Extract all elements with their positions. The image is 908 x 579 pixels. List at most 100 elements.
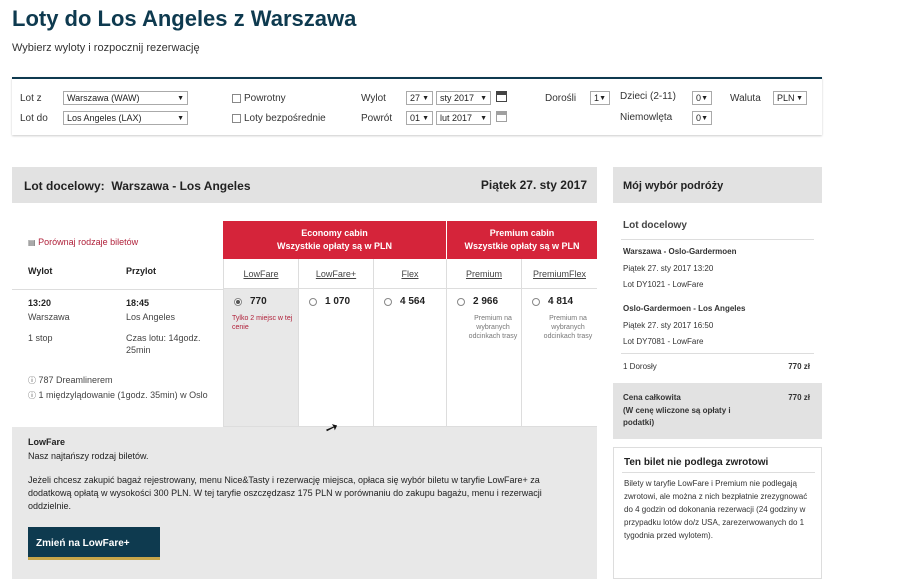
cabin-note: Wszystkie opłaty są w PLN [464,241,580,251]
depart-day-select[interactable]: 27 ▼ [406,91,433,105]
stopover: 1 międzylądowanie (1godz. 35min) w Oslo [38,390,208,400]
total-price: 770 zł [788,393,810,402]
calendar-icon[interactable] [496,91,507,102]
depart-month-select[interactable]: sty 2017 ▼ [436,91,491,105]
direct-label: Loty bezpośrednie [244,113,326,124]
duration: Czas lotu: 14godz. 25min [126,333,201,355]
fare-desc-short: Nasz najtańszy rodzaj biletów. [28,451,149,461]
fare-radio[interactable] [532,298,540,306]
aircraft-row: ⓘ 787 Dreamlinerem [28,375,113,386]
summary-header: Mój wybór podróży [613,167,822,203]
compare-link[interactable]: ▤ Porównaj rodzaje biletów [28,237,138,247]
infants-select[interactable]: 0 ▼ [692,111,712,125]
fare-col-lowfareplus[interactable]: LowFare+ [298,259,373,289]
chevron-down-icon: ▼ [701,95,708,102]
direct-checkbox[interactable] [232,114,241,123]
fare-cell-premium[interactable]: 2 966 Premium na wybranych odcinkach tra… [446,289,521,427]
col-depart: Wylot [28,266,53,276]
stops: 1 stop [28,333,53,343]
divider [621,353,814,354]
fare-cell-lowfareplus[interactable]: 1 070 [298,289,373,427]
fare-radio[interactable] [234,298,242,306]
leg1-time: Piątek 27. sty 2017 13:20 [623,264,714,273]
fare-note: Tylko 2 miejsc w tej cenie [232,315,293,331]
upgrade-lowfareplus-button[interactable]: Zmień na LowFare+ [28,527,160,560]
return-date-label: Powrót [361,113,393,124]
page-title: Loty do Los Angeles z Warszawa [12,6,357,31]
depart-label: Wylot [361,93,386,104]
depart-city: Warszawa [28,312,70,322]
results-header: Lot docelowy: Warszawa - Los Angeles Pią… [12,167,597,203]
search-panel: Lot z Warszawa (WAW) ▼ Lot do Los Angeles… [12,77,822,135]
fare-note: Premium na wybranych odcinkach trasy [468,315,518,340]
leg1-flight: Lot DY1021 - LowFare [623,280,704,289]
return-month-value: lut 2017 [440,113,473,123]
refund-text: Bilety w taryfie LowFare i Premium nie p… [624,479,808,540]
col-arrive: Przylot [126,266,157,276]
table-icon: ▤ [28,238,36,247]
return-day-select[interactable]: 01 ▼ [406,111,433,125]
chevron-down-icon: ▼ [422,115,429,122]
route-heading: Lot docelowy: Warszawa - Los Angeles [24,179,251,193]
to-value: Los Angeles (LAX) [67,113,142,123]
fare-radio[interactable] [457,298,465,306]
children-label: Dzieci (2-11) [620,91,676,102]
depart-month-value: sty 2017 [440,93,475,103]
fare-desc-long: Jeżeli chcesz zakupić bagaż rejestrowany… [28,475,542,511]
summary-section: Lot docelowy [623,220,687,231]
adults-select[interactable]: 1 ▼ [590,91,610,105]
fare-col-lowfare[interactable]: LowFare [223,259,298,289]
trip-summary: Mój wybór podróży Lot docelowy Warszawa … [613,167,822,447]
fare-radio[interactable] [309,298,317,306]
info-icon[interactable]: ⓘ [28,376,36,385]
fare-cell-flex[interactable]: 4 564 [373,289,446,427]
chevron-down-icon: ▼ [480,95,487,102]
stopover-row: ⓘ 1 międzylądowanie (1godz. 35min) w Osl… [28,389,218,402]
fare-cell-premiumflex[interactable]: 4 814 Premium na wybranych odcinkach tra… [521,289,597,427]
refund-title: Ten bilet nie podlega zwrotowi [624,457,769,468]
route-label: Lot docelowy: [24,179,105,193]
to-label: Lot do [20,113,48,124]
from-value: Warszawa (WAW) [67,93,140,103]
return-month-select[interactable]: lut 2017 ▼ [436,111,491,125]
fare-price: 1 070 [325,296,351,307]
compare-link-label: Porównaj rodzaje biletów [38,237,139,247]
fare-price: 2 966 [473,296,499,307]
chevron-down-icon: ▼ [422,95,429,102]
fare-price: 770 [250,296,267,307]
to-select[interactable]: Los Angeles (LAX) ▼ [63,111,188,125]
fare-col-premium[interactable]: Premium [446,259,521,289]
cabin-name: Economy cabin [301,228,368,238]
return-day-value: 01 [410,113,421,123]
leg2-flight: Lot DY7081 - LowFare [623,337,704,346]
total-box: Cena całkowita (W cenę wliczone są opłat… [613,383,822,439]
fare-col-premiumflex[interactable]: PremiumFlex [521,259,597,289]
currency-select[interactable]: PLN ▼ [773,91,807,105]
premium-cabin-header: Premium cabin Wszystkie opłaty są w PLN [447,221,597,259]
divider [622,472,815,473]
depart-day-value: 27 [410,93,421,103]
total-label: Cena całkowita [623,393,681,402]
from-select[interactable]: Warszawa (WAW) ▼ [63,91,188,105]
fare-cell-lowfare[interactable]: 770 Tylko 2 miejsc w tej cenie [223,289,298,427]
passengers: 1 Dorosły [623,362,657,371]
children-select[interactable]: 0 ▼ [692,91,712,105]
arrive-city: Los Angeles [126,312,176,322]
currency-value: PLN [777,93,795,103]
summary-title: Mój wybór podróży [623,180,724,192]
divider [12,289,223,290]
page: Loty do Los Angeles z Warszawa Wybierz w… [0,0,908,579]
economy-cabin-header: Economy cabin Wszystkie opłaty są w PLN [223,221,446,259]
info-icon[interactable]: ⓘ [28,391,36,400]
fare-col-flex[interactable]: Flex [373,259,446,289]
from-label: Lot z [20,93,42,104]
flight-date: Piątek 27. sty 2017 [480,178,587,192]
depart-time: 13:20 [28,298,52,308]
page-subtitle: Wybierz wyloty i rozpocznij rezerwację [12,42,200,54]
fare-radio[interactable] [384,298,392,306]
leg2-time: Piątek 27. sty 2017 16:50 [623,321,714,330]
calendar-icon[interactable] [496,111,507,122]
chevron-down-icon: ▼ [701,115,708,122]
return-checkbox[interactable] [232,94,241,103]
return-label: Powrotny [244,93,286,104]
